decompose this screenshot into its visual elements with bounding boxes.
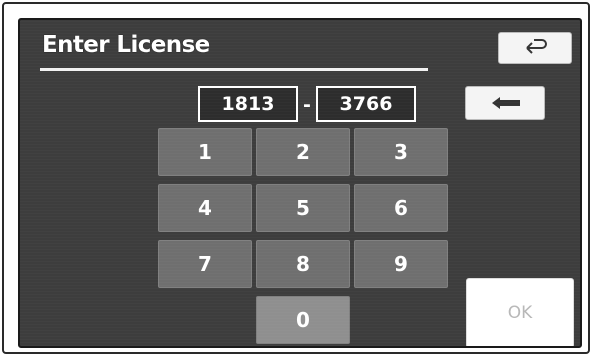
backspace-arrow-icon (492, 97, 520, 109)
license-field-part1[interactable]: 1813 (198, 86, 298, 122)
keypad-key-6[interactable]: 6 (354, 184, 448, 232)
keypad-key-8[interactable]: 8 (256, 240, 350, 288)
backspace-button[interactable] (465, 86, 545, 120)
license-separator: - (303, 94, 311, 116)
license-entry-screen: Enter License 1813 - 3766 1 2 3 4 5 6 7 … (18, 18, 582, 348)
keypad-key-9[interactable]: 9 (354, 240, 448, 288)
keypad-key-5[interactable]: 5 (256, 184, 350, 232)
keypad-key-3[interactable]: 3 (354, 128, 448, 176)
keypad-key-1[interactable]: 1 (158, 128, 252, 176)
keypad-key-4[interactable]: 4 (158, 184, 252, 232)
keypad-key-2[interactable]: 2 (256, 128, 350, 176)
ok-button[interactable]: OK (466, 278, 574, 346)
title-divider (40, 68, 428, 71)
return-arrow-icon (526, 39, 547, 54)
license-field-part2[interactable]: 3766 (316, 86, 416, 122)
back-button[interactable] (498, 32, 572, 64)
keypad-key-0[interactable]: 0 (256, 296, 350, 344)
display-frame: Enter License 1813 - 3766 1 2 3 4 5 6 7 … (2, 2, 590, 354)
keypad-key-7[interactable]: 7 (158, 240, 252, 288)
page-title: Enter License (42, 32, 210, 58)
